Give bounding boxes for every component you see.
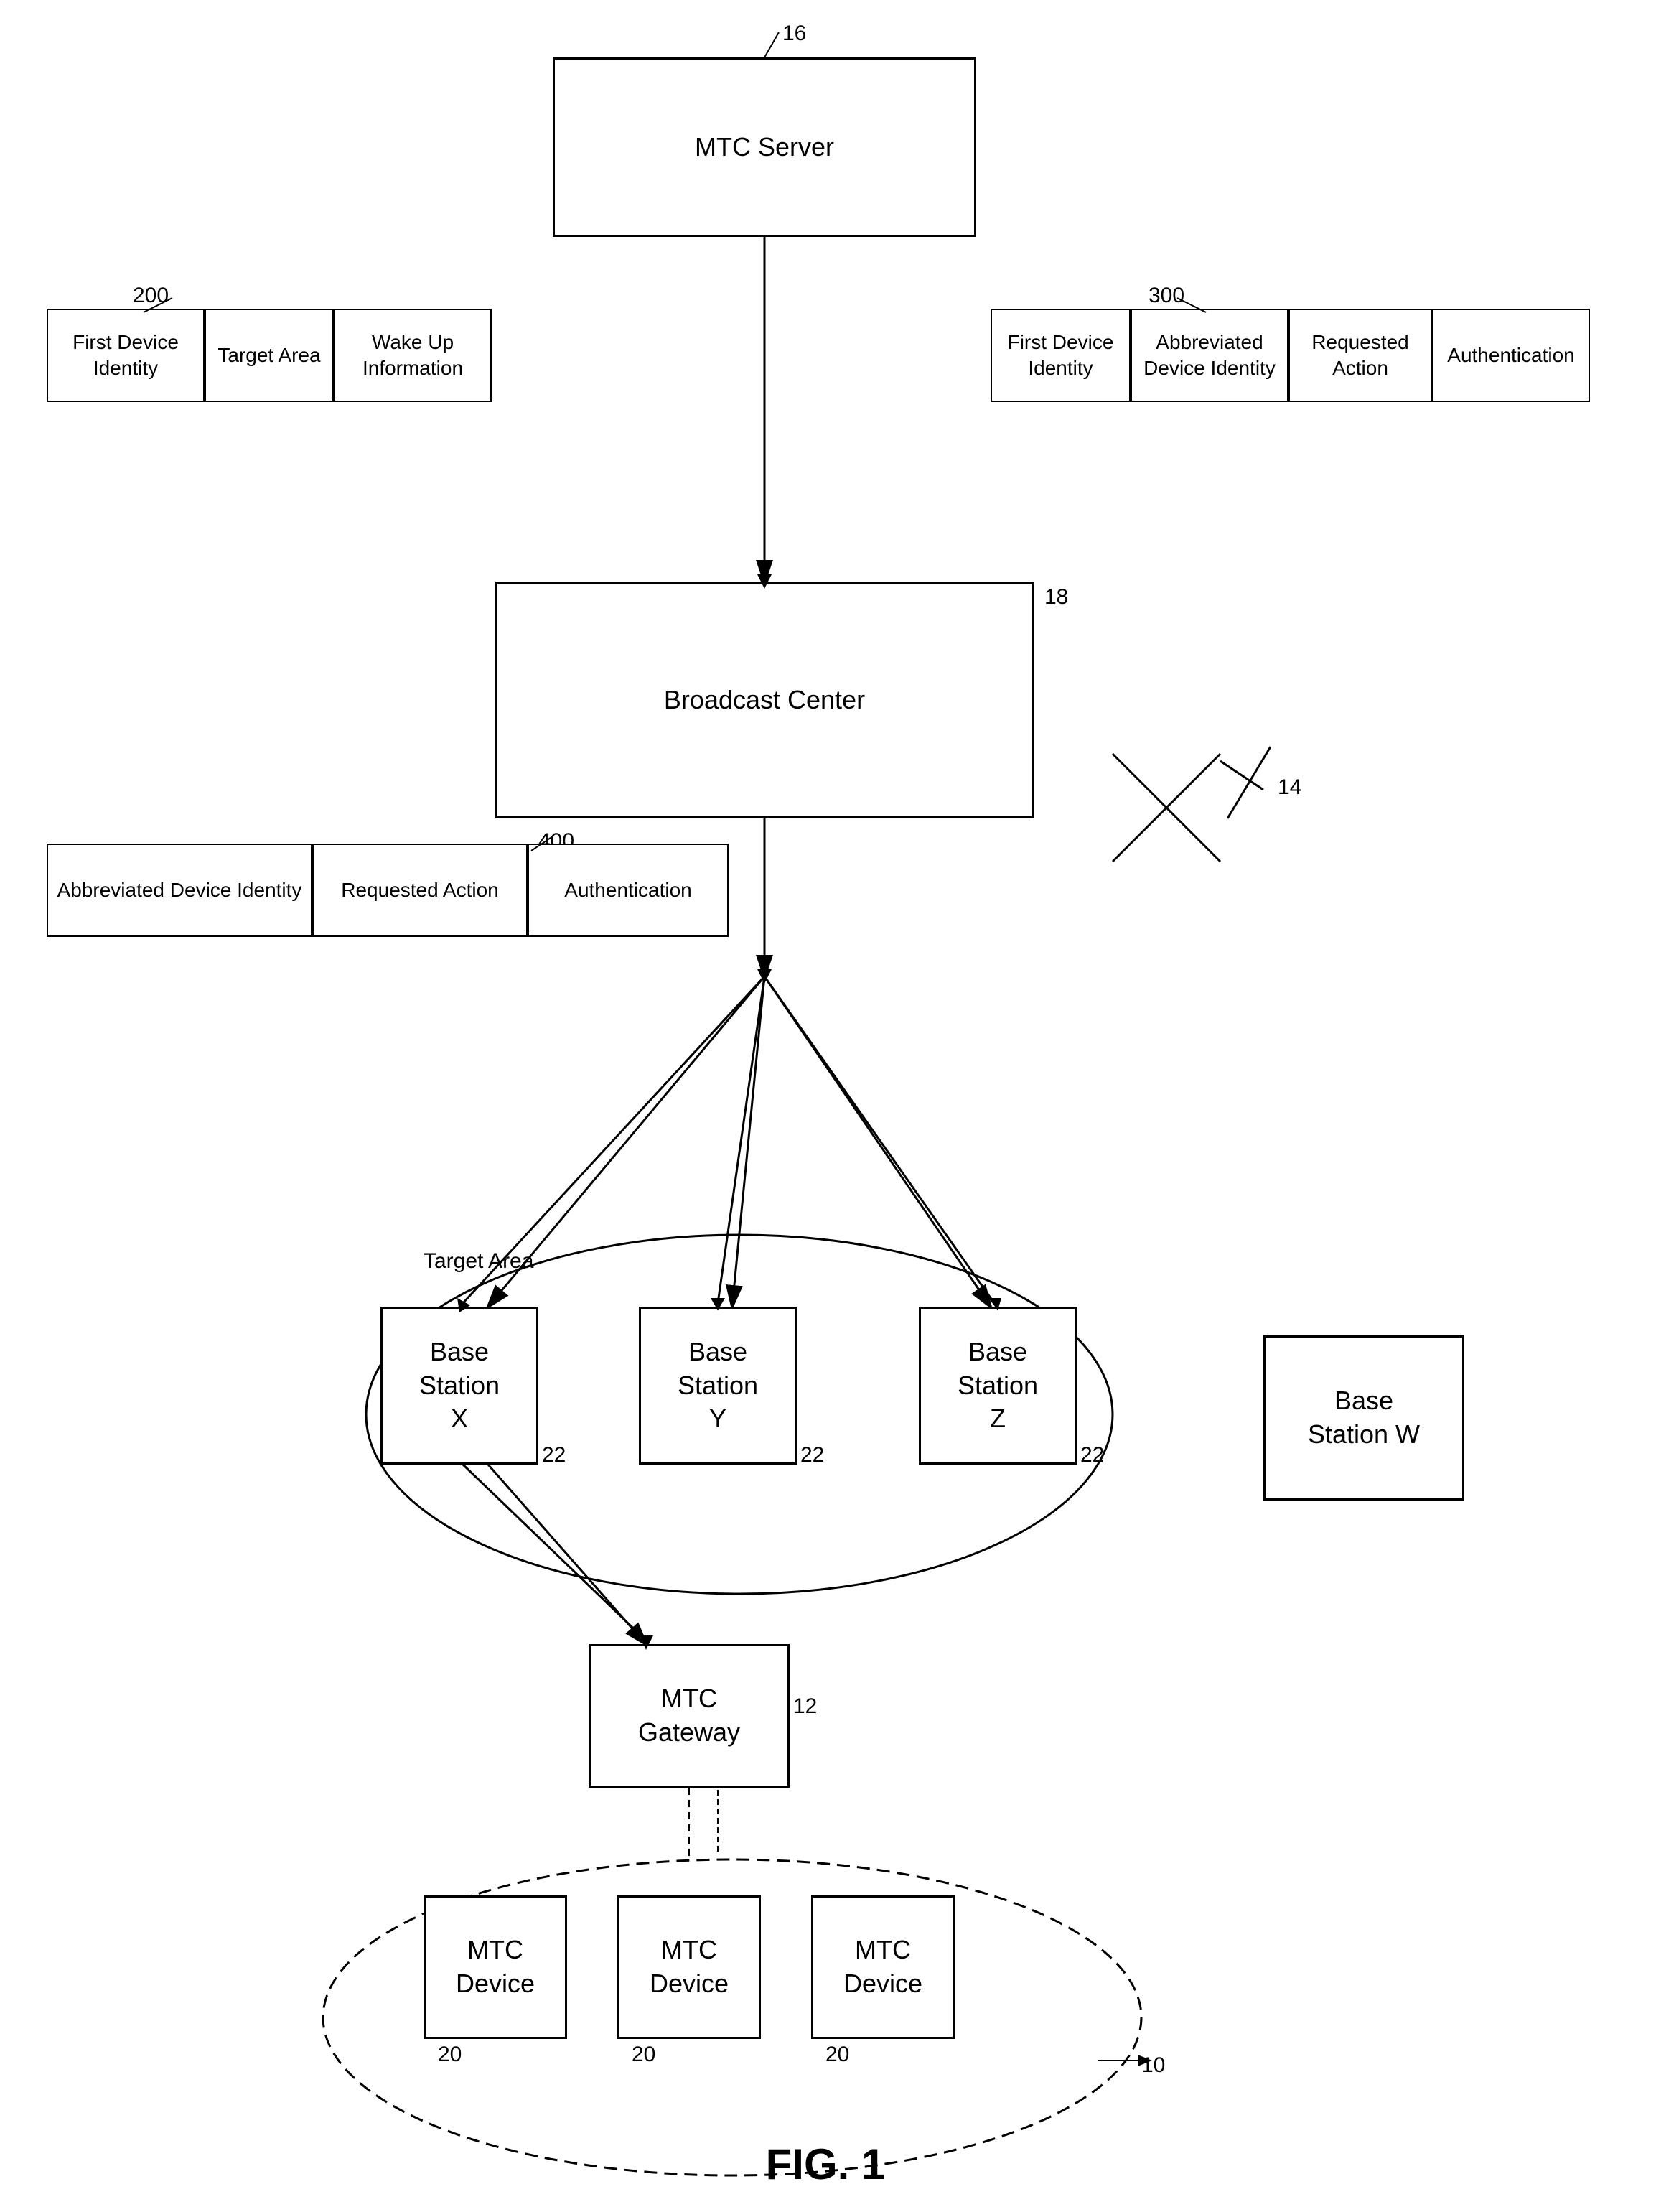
target-area-label: Target Area: [424, 1249, 533, 1274]
msg400-field2: Requested Action: [312, 844, 528, 937]
mtc-device-1-box: MTCDevice: [424, 1895, 567, 2039]
ref-22-y: 22: [800, 1443, 824, 1467]
ref-12: 12: [793, 1694, 817, 1719]
ref-18: 18: [1044, 585, 1068, 610]
msg400-field1: Abbreviated Device Identity: [47, 844, 312, 937]
broadcast-center-label: Broadcast Center: [664, 683, 865, 717]
mtc-device-3-box: MTCDevice: [811, 1895, 955, 2039]
ref-20-2: 20: [632, 2043, 655, 2067]
ref-20-1: 20: [438, 2043, 462, 2067]
mtc-device-2-box: MTCDevice: [617, 1895, 761, 2039]
figure-label: FIG. 1: [646, 2139, 1005, 2189]
msg300-field2: AbbreviatedDevice Identity: [1131, 309, 1288, 402]
broadcast-center-box: Broadcast Center: [495, 582, 1034, 818]
mtc-gateway-box: MTCGateway: [589, 1644, 790, 1788]
base-station-w-box: BaseStation W: [1263, 1335, 1464, 1501]
mtc-gateway-label: MTCGateway: [638, 1682, 740, 1750]
base-station-x-label: BaseStationX: [419, 1335, 500, 1436]
mtc-device-2-label: MTCDevice: [650, 1933, 729, 2001]
base-station-y-label: BaseStationY: [678, 1335, 758, 1436]
msg300-field3: RequestedAction: [1288, 309, 1432, 402]
msg300-field4: Authentication: [1432, 309, 1590, 402]
diagram: 16 MTC Server 200 First DeviceIdentity T…: [0, 0, 1656, 2212]
base-station-w-label: BaseStation W: [1308, 1384, 1420, 1452]
ref-300: 300: [1149, 284, 1184, 308]
base-station-z-box: BaseStationZ: [919, 1307, 1077, 1465]
mtc-device-3-label: MTCDevice: [843, 1933, 922, 2001]
base-station-x-box: BaseStationX: [380, 1307, 538, 1465]
ref-20-3: 20: [825, 2043, 849, 2067]
msg300-field1: First DeviceIdentity: [991, 309, 1131, 402]
ref-200: 200: [133, 284, 169, 308]
msg200-field3: Wake UpInformation: [334, 309, 492, 402]
ref-22-z: 22: [1080, 1443, 1104, 1467]
ref-16: 16: [782, 22, 806, 46]
mtc-device-1-label: MTCDevice: [456, 1933, 535, 2001]
ref14-arrow: [1199, 732, 1342, 840]
ref-10: 10: [1141, 2053, 1165, 2078]
msg200-field1: First DeviceIdentity: [47, 309, 205, 402]
mtc-server-box: MTC Server: [553, 57, 976, 237]
mtc-server-label: MTC Server: [695, 131, 834, 164]
ref-22-x: 22: [542, 1443, 566, 1467]
msg200-field2: Target Area: [205, 309, 334, 402]
base-station-z-label: BaseStationZ: [958, 1335, 1038, 1436]
base-station-y-box: BaseStationY: [639, 1307, 797, 1465]
msg400-field3: Authentication: [528, 844, 729, 937]
